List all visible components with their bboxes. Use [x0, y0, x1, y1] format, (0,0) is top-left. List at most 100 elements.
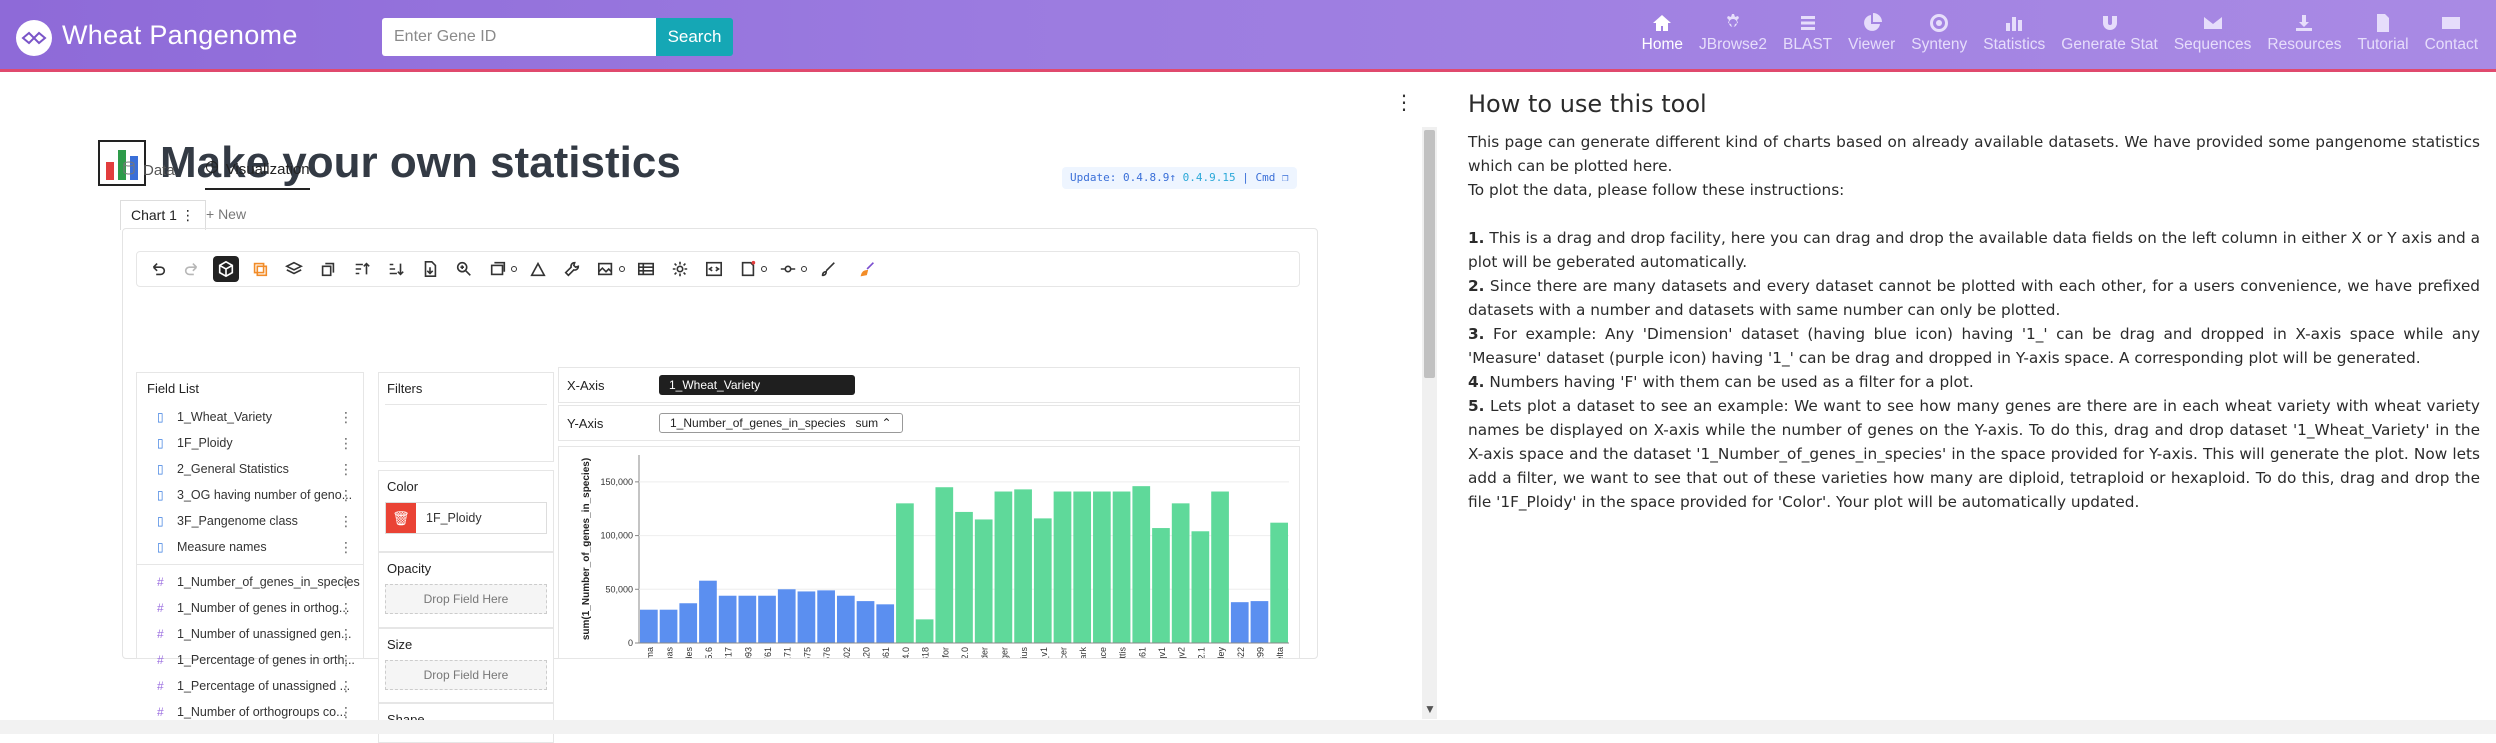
more-options-icon[interactable]: ⋮ — [339, 513, 353, 530]
dimension-field[interactable]: ▯ Measure names ⋮ — [137, 534, 363, 560]
nav-item-contact[interactable]: Contact — [2417, 12, 2486, 54]
undo-icon[interactable] — [145, 256, 171, 282]
logo-icon[interactable] — [16, 20, 52, 56]
more-options-icon[interactable]: ⋮ — [339, 652, 353, 669]
help-step: 2. Since there are many datasets and eve… — [1468, 274, 2480, 322]
code-icon[interactable] — [701, 256, 727, 282]
nav-label: Tutorial — [2357, 36, 2409, 53]
measure-field[interactable]: #1_Number_of_genes_in_species ⋮ — [137, 569, 363, 595]
theme-brush-icon[interactable] — [855, 256, 881, 282]
size-drop-zone[interactable]: Drop Field Here — [385, 660, 547, 690]
hash-icon: # — [157, 601, 164, 615]
measure-field[interactable]: #1_Number of genes in orthog... ⋮ — [137, 595, 363, 621]
more-options-icon[interactable]: ⋮ — [1394, 93, 1414, 113]
update-badge[interactable]: Update: 0.4.8.9↑ 0.4.9.15 | Cmd ❐ — [1062, 167, 1297, 189]
more-options-icon[interactable]: ⋮ — [339, 678, 353, 695]
cube-mark-icon[interactable] — [213, 256, 239, 282]
nav-item-resources[interactable]: Resources — [2259, 12, 2349, 54]
dimension-field[interactable]: ▯ 1_Wheat_Variety ⋮ — [137, 404, 363, 430]
wrench-icon[interactable] — [559, 256, 585, 282]
trash-icon[interactable]: 🗑 — [386, 503, 416, 533]
new-chart-button[interactable]: + New — [206, 206, 246, 222]
nav-item-statistics[interactable]: Statistics — [1975, 12, 2053, 54]
document-dropdown-icon[interactable] — [761, 266, 767, 272]
x-tick-label: ...1_aimafor — [940, 647, 950, 658]
x-tick-label: ...tum_4.0 — [901, 647, 911, 658]
commit-icon[interactable] — [775, 256, 801, 282]
nav-item-jbrowse2[interactable]: JBrowse2 — [1691, 12, 1775, 54]
help-panel: How to use this tool This page can gener… — [1468, 90, 2480, 514]
nav-item-home[interactable]: Home — [1634, 12, 1691, 54]
help-step: 4. Numbers having 'F' with them can be u… — [1468, 370, 2480, 394]
measure-field[interactable]: #1_Number of unassigned gen... ⋮ — [137, 621, 363, 647]
settings-icon[interactable] — [667, 256, 693, 282]
nav-item-sequences[interactable]: Sequences — [2166, 12, 2260, 54]
nav-item-synteny[interactable]: Synteny — [1903, 12, 1975, 54]
paint-brush-icon[interactable] — [815, 256, 841, 282]
tab-visualization[interactable]: Visualization — [204, 160, 310, 190]
y-axis-field-pill[interactable]: 1_Number_of_genes_in_species sum ⌃ — [659, 413, 903, 433]
image-export-dropdown-icon[interactable] — [619, 266, 625, 272]
layers-icon[interactable] — [281, 256, 307, 282]
nav-label: Contact — [2424, 36, 2478, 53]
measure-field[interactable]: #1_Percentage of genes in orth... ⋮ — [137, 647, 363, 673]
field-name: 2_General Statistics — [177, 462, 289, 476]
scrollbar-thumb[interactable] — [1424, 130, 1435, 378]
search-button[interactable]: Search — [656, 18, 733, 56]
redo-icon[interactable] — [179, 256, 205, 282]
measure-field[interactable]: #1_Percentage of unassigned ... ⋮ — [137, 673, 363, 699]
gene-search-input[interactable] — [382, 18, 656, 56]
transpose-icon[interactable] — [315, 256, 341, 282]
chart-tab[interactable]: Chart 1 ⋮ — [120, 200, 206, 230]
sort-asc-icon[interactable] — [349, 256, 375, 282]
more-options-icon[interactable]: ⋮ — [339, 487, 353, 504]
help-intro-1: This page can generate different kind of… — [1468, 133, 2480, 175]
more-options-icon[interactable]: ⋮ — [339, 539, 353, 556]
bar — [1014, 489, 1032, 643]
scroll-down-icon[interactable]: ▼ — [1424, 702, 1436, 716]
export-file-icon[interactable] — [417, 256, 443, 282]
dimension-field[interactable]: ▯ 3_OG having number of geno... ⋮ — [137, 482, 363, 508]
document-notify-icon[interactable] — [735, 256, 761, 282]
nav-item-tutorial[interactable]: Tutorial — [2349, 12, 2416, 54]
x-tick-label: ...um_norin61 — [1137, 647, 1147, 658]
layout-mode-icon[interactable] — [485, 256, 511, 282]
commit-dropdown-icon[interactable] — [801, 266, 807, 272]
layout-mode-dropdown-icon[interactable] — [511, 266, 517, 272]
x-tick-label: ...chii_A20 — [862, 647, 872, 658]
dimension-field[interactable]: ▯ 1F_Ploidy ⋮ — [137, 430, 363, 456]
nav-item-generate-stat[interactable]: Generate Stat — [2053, 12, 2166, 54]
nav-item-viewer[interactable]: Viewer — [1840, 12, 1903, 54]
bar — [1053, 491, 1072, 643]
bottom-scrollbar[interactable] — [0, 720, 2496, 734]
color-field-chip[interactable]: 🗑 1F_Ploidy — [385, 502, 547, 534]
chart-tab-menu-icon[interactable]: ⋮ — [181, 207, 195, 223]
more-options-icon[interactable]: ⋮ — [339, 574, 353, 591]
aggregation-icon[interactable] — [247, 256, 273, 282]
dimension-field[interactable]: ▯ 3F_Pangenome class ⋮ — [137, 508, 363, 534]
y-axis-row: Y-Axis 1_Number_of_genes_in_species sum … — [558, 405, 1300, 441]
more-options-icon[interactable]: ⋮ — [339, 409, 353, 426]
sort-desc-icon[interactable] — [383, 256, 409, 282]
more-options-icon[interactable]: ⋮ — [339, 704, 353, 721]
tab-data[interactable]: Data — [122, 160, 175, 190]
opacity-drop-zone[interactable]: Drop Field Here — [385, 584, 547, 614]
bar-chart[interactable]: 0 50,000 100,000 150,000 sum(1_Number_of_gen… — [559, 447, 1299, 702]
more-options-icon[interactable]: ⋮ — [339, 600, 353, 617]
nav-item-blast[interactable]: BLAST — [1775, 12, 1840, 54]
filters-panel[interactable]: Filters — [378, 372, 554, 462]
dimension-field[interactable]: ▯ 2_General Statistics ⋮ — [137, 456, 363, 482]
table-icon[interactable] — [633, 256, 659, 282]
brand-name[interactable]: Wheat Pangenome — [62, 20, 298, 51]
more-options-icon[interactable]: ⋮ — [339, 461, 353, 478]
x-axis-field-pill[interactable]: 1_Wheat_Variety — [659, 375, 855, 395]
help-step-number: 2. — [1468, 277, 1485, 295]
x-tick-label: ...um_mattis — [1118, 647, 1128, 658]
document-icon: ▯ — [157, 514, 164, 528]
more-options-icon[interactable]: ⋮ — [339, 626, 353, 643]
image-export-icon[interactable] — [593, 256, 619, 282]
brush-select-icon[interactable] — [525, 256, 551, 282]
zoom-icon[interactable] — [451, 256, 477, 282]
document-icon — [2372, 12, 2394, 34]
more-options-icon[interactable]: ⋮ — [339, 435, 353, 452]
